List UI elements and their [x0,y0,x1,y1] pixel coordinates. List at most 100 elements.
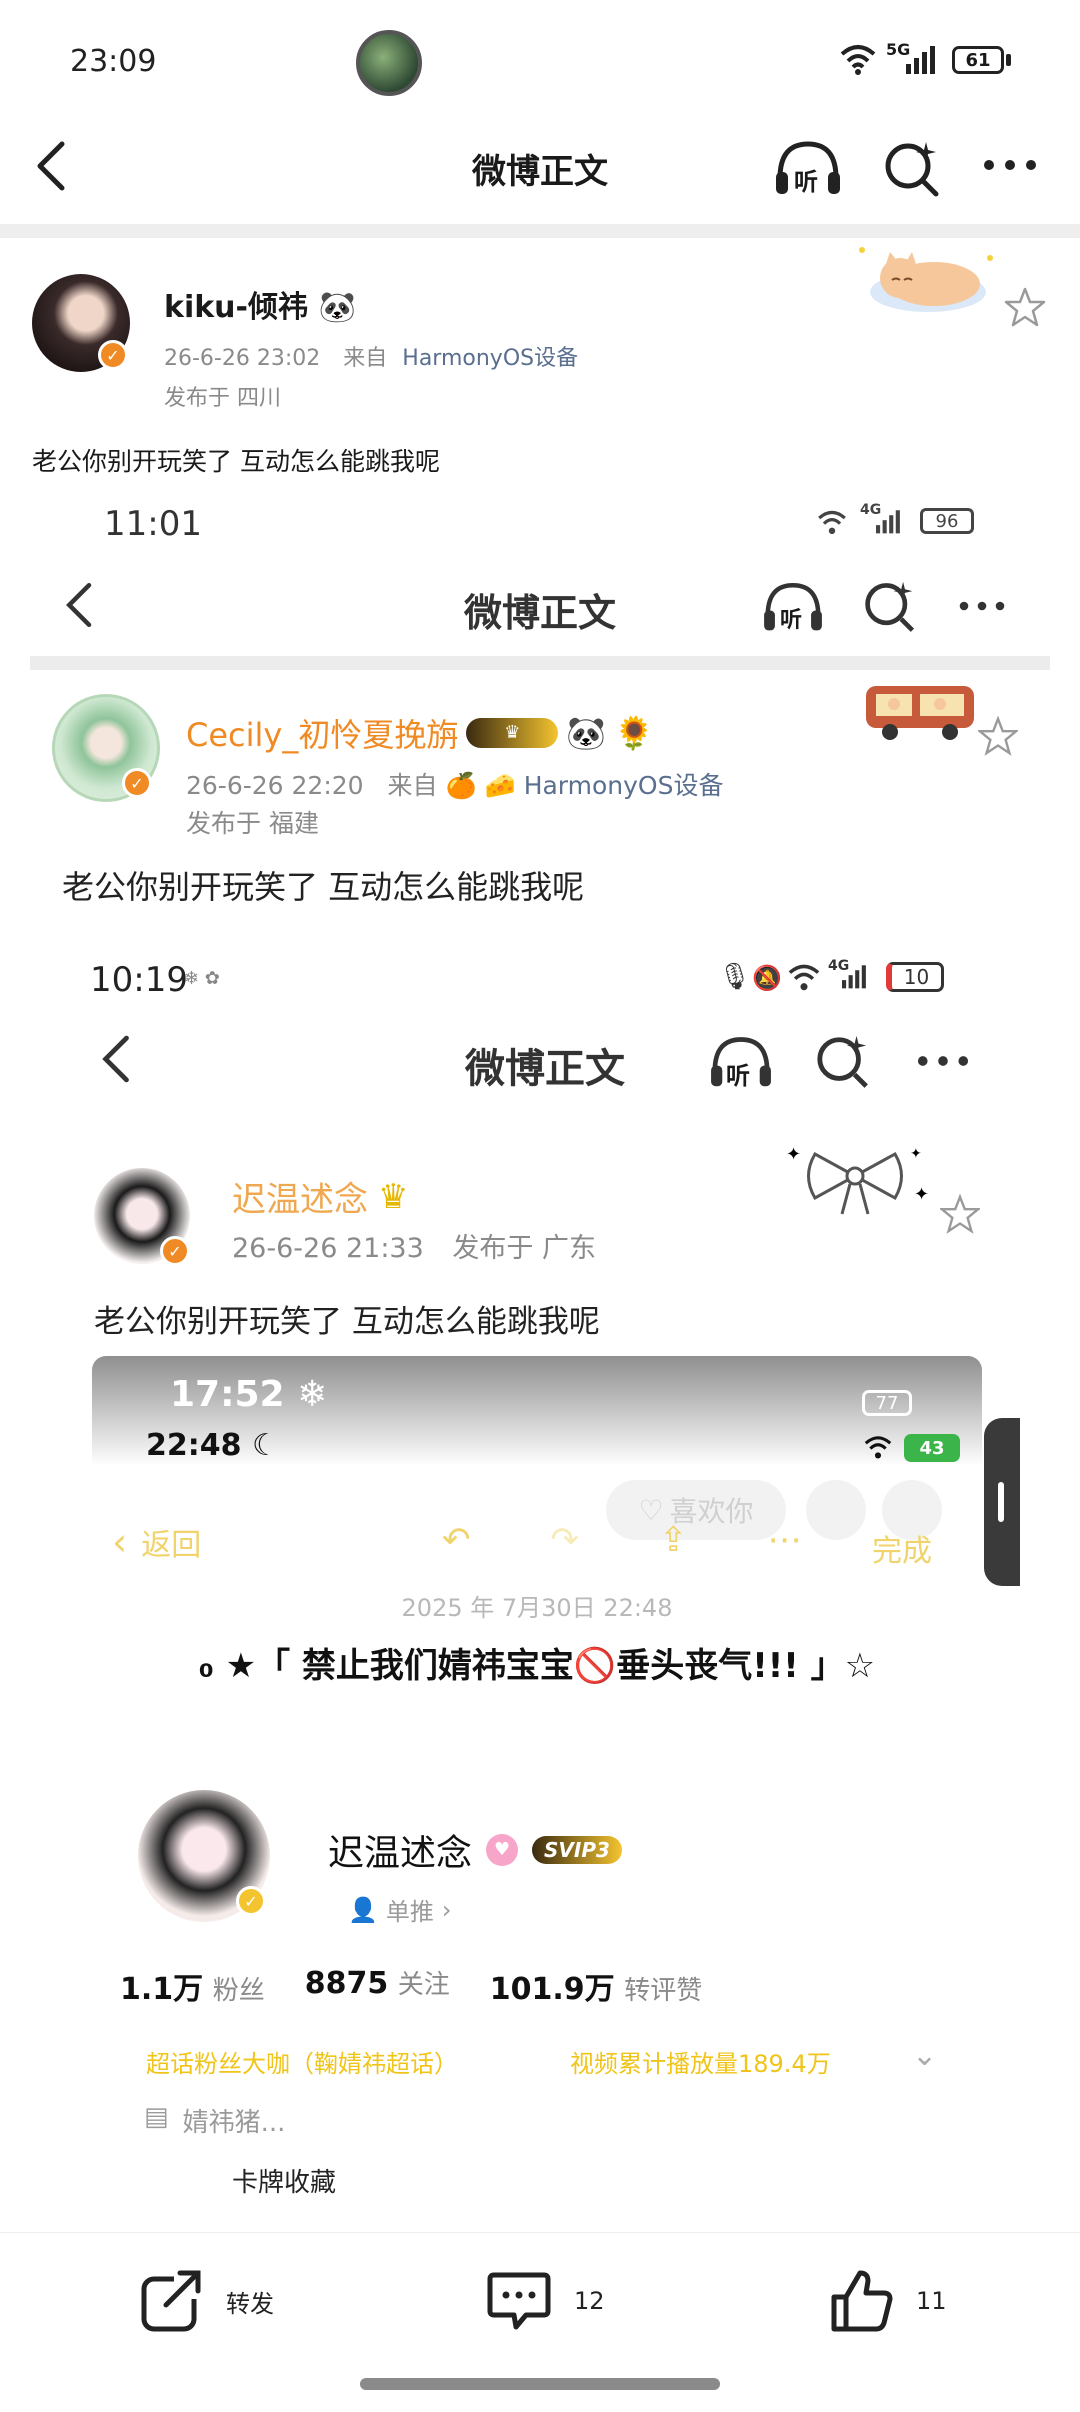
nested-screenshot-2: 10:19 ❄ ✿ 🎙 🔕 4G 10 微博正文 听 ✓ 迟温述念 ♛ 26-6… [70,932,1020,2232]
listen-button[interactable]: 听 [772,136,844,198]
stat-interactions-value: 101.9万 [489,1972,615,2007]
nested2-listen-label: 听 [726,1062,750,1090]
nested3-time-text: 22:48 [146,1428,242,1463]
post-meta: 26-6-26 23:02 来自 HarmonyOS设备 [164,340,578,372]
chevron-right-icon: › [441,1895,452,1924]
thumbs-up-icon [831,2270,893,2332]
battery-level: 61 [965,49,991,71]
nested3-battery-top: 77 [862,1390,912,1416]
comment-icon [487,2272,551,2330]
nested1-source-prefix: 来自 [387,771,438,800]
share-icon: ⇪ [659,1520,688,1560]
nested2-back-icon [98,1032,136,1086]
repost-label: 转发 [226,2289,274,2318]
nested3-supertopic: 超话粉丝大咖（鞠婧祎超话） [146,2050,458,2078]
status-time: 23:09 [70,44,157,79]
nested1-status-time: 11:01 [104,504,202,544]
moon-icon: ☾ [251,1428,279,1463]
nested2-battery-level: 10 [903,965,930,989]
nested1-username-row: Cecily_初怜夏挽旃 ♛ 🐼 🌻 [186,710,654,756]
stat-following-value: 8875 [304,1966,389,2001]
nested2-username: 迟温述念 [232,1180,368,1220]
nested3-expand-chevron-icon: ⌄ [912,2038,938,2073]
nested2-mic-icon: 🎙 [718,962,752,992]
nested3-bio-row: ▤ 婧祎猪... [144,2102,285,2139]
nested1-listen-icon: 听 [760,578,826,634]
cat-sticker-icon [850,240,1000,318]
single-push-label: 单推 [385,1898,434,1926]
nested2-more-icon [916,1054,970,1068]
nested2-crown-icon: ♛ [378,1176,409,1217]
nested3-single-push: 👤 单推 › [348,1892,452,1927]
nested2-verified-badge-icon: ✓ [160,1236,190,1266]
cheese-emoji-icon: 🧀 [484,771,516,800]
nested2-battery-icon: 10 [886,962,944,992]
svg-text:✦: ✦ [786,1144,801,1165]
nested3-title: ₀ ★「 禁止我们婧祎宝宝🚫垂头丧气!!! 」☆ [198,1646,876,1686]
nested-screenshot-3: 17:52 ❄ 77 22:48 ☾ 43 ♡ 喜欢你 ‹ 返回 ↶ ↷ ⇪ ⋯… [92,1356,982,2232]
nested2-location: 发布于 广东 [452,1233,596,1264]
signal-icon [906,44,940,74]
nested3-back-chevron-icon: ‹ [112,1520,128,1564]
snowflake-icon: ❄ [297,1374,328,1415]
nested3-wifi-icon [862,1434,894,1460]
stat-following: 8875 关注 [305,1964,450,2008]
nested2-status-time: 10:19 [90,960,188,1000]
more-menu-button[interactable] [982,158,1038,172]
nested2-listen-icon: 听 [706,1032,776,1090]
nested3-battery-top-text: 77 [875,1392,899,1414]
scroll-handle-grip [998,1482,1004,1522]
bow-sticker-icon: ✦ ✦ ✦ [780,1140,930,1220]
nested1-signal-icon [876,508,904,534]
nested3-stats-row: 1.1万 粉丝 8875 关注 101.9万 转评赞 [120,1964,702,2008]
redo-faint-icon: ↷ [550,1520,580,1560]
wifi-icon [838,42,878,76]
nested1-listen-label: 听 [780,608,803,633]
nested3-back-label: 返回 [141,1528,202,1563]
favorite-star-button[interactable] [1004,286,1046,328]
source-link[interactable]: HarmonyOS设备 [402,346,578,371]
nested3-status-time: 22:48 ☾ [146,1428,279,1463]
nested1-location: 发布于 福建 [186,809,319,838]
comment-count: 12 [574,2287,605,2315]
pink-badge-icon: ♥ [486,1834,519,1866]
nested1-username: Cecily_初怜夏挽旃 [186,716,459,754]
options-icon: ⋯ [767,1520,802,1560]
battery-icon: 61 [952,46,1004,74]
bus-sticker-icon [860,676,980,742]
comment-button[interactable]: 12 [486,2269,605,2333]
username[interactable]: kiku-倾祎 🐼 [164,282,356,326]
nested3-video-views: 视频累计播放量189.4万 [570,2050,831,2078]
scroll-handle[interactable] [984,1418,1020,1586]
stat-interactions-label: 转评赞 [624,1976,703,2006]
person-icon: 👤 [348,1895,378,1924]
nested3-time-top-text: 17:52 [170,1374,285,1415]
nested3-back-row: ‹ 返回 [112,1520,201,1564]
stat-fans: 1.1万 粉丝 [120,1964,265,2008]
nested1-divider [30,656,1050,670]
username-text: kiku-倾祎 [164,290,308,325]
nested2-search-icon [814,1032,872,1090]
nested3-username-row: 迟温述念 ♥ SVIP3 [328,1824,622,1876]
nested1-search-icon [862,578,918,634]
repost-button[interactable]: 转发 [140,2269,274,2333]
nested-screenshot-1: 11:01 4G 96 微博正文 听 ✓ Cecily_初怜夏挽旃 ♛ 🐼 🌻 … [30,488,1050,2232]
listen-icon-label: 听 [794,168,818,196]
nested2-status-dots-icon: ❄ ✿ [184,968,220,989]
nested3-status-time-top: 17:52 ❄ [170,1374,327,1415]
nested1-star-icon [978,716,1018,756]
like-button[interactable]: 11 [830,2269,947,2333]
verified-badge-icon: ✓ [98,340,128,370]
nested3-battery-text: 43 [919,1437,945,1459]
nested3-username: 迟温述念 [328,1833,473,1874]
nested3-done-label: 完成 [872,1534,932,1569]
nav-divider [0,224,1080,238]
nested3-bio-text: 婧祎猪... [182,2108,286,2138]
nested2-wifi-icon [786,962,822,992]
search-icon[interactable] [882,138,942,198]
svg-text:✦: ✦ [914,1184,929,1205]
stat-interactions: 101.9万 转评赞 [490,1964,702,2008]
nested1-post-text: 老公你别开玩笑了 互动怎么能跳我呢 [62,868,585,906]
status-avatar [356,30,422,96]
repost-icon [141,2269,204,2332]
